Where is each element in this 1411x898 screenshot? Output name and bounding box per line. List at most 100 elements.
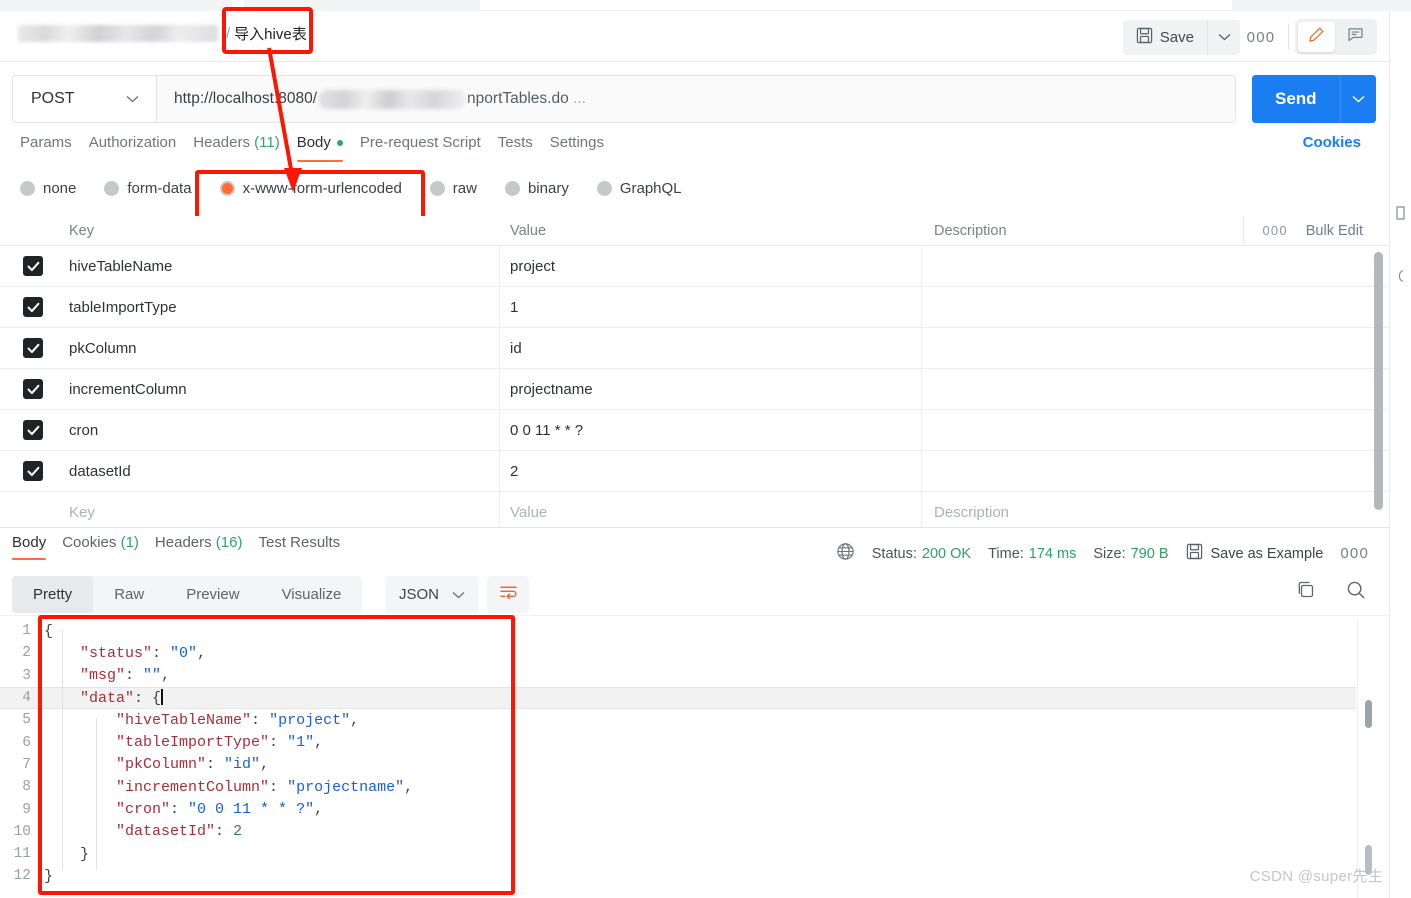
response-format-select[interactable]: JSON <box>385 576 480 613</box>
json-line[interactable]: 10 "datasetId": 2 <box>0 821 1356 843</box>
table-more-button[interactable]: 000 <box>1262 223 1287 238</box>
body-type-none[interactable]: none <box>20 180 76 197</box>
row-value[interactable]: 0 0 11 * * ? <box>500 410 922 450</box>
response-body-json[interactable]: 1{2 "status": "0", 3 "msg": "", 4 "data": … <box>0 620 1356 898</box>
row-checkbox-checked[interactable] <box>23 297 43 317</box>
edit-mode-button[interactable] <box>1298 22 1335 52</box>
tab-tests[interactable]: Tests <box>498 134 550 161</box>
json-line[interactable]: 1{ <box>0 620 1356 642</box>
response-tab-cookies[interactable]: Cookies (1) <box>62 534 155 560</box>
response-tab-body[interactable]: Body <box>12 534 62 560</box>
json-line[interactable]: 7 "pkColumn": "id", <box>0 754 1356 776</box>
url-input[interactable]: http://localhost:8080/nportTables.do ... <box>157 76 1235 122</box>
row-checkbox-checked[interactable] <box>23 256 43 276</box>
wrap-lines-button[interactable] <box>487 576 530 613</box>
row-description[interactable] <box>922 287 1389 327</box>
save-options-dropdown[interactable] <box>1207 19 1240 55</box>
table-row[interactable]: incrementColumn projectname <box>0 369 1389 410</box>
json-scrollbar-thumb-bottom[interactable] <box>1365 845 1372 875</box>
response-tab-headers[interactable]: Headers (16) <box>155 534 259 560</box>
json-line[interactable]: 11 } <box>0 843 1356 865</box>
json-line-number: 10 <box>13 823 31 840</box>
time-label: Time: <box>988 545 1024 562</box>
row-description[interactable] <box>922 369 1389 409</box>
json-line[interactable]: 9 "cron": "0 0 11 * * ?", <box>0 798 1356 820</box>
send-options-dropdown[interactable] <box>1339 75 1376 123</box>
row-checkbox-checked[interactable] <box>23 420 43 440</box>
json-line[interactable]: 5 "hiveTableName": "project", <box>0 709 1356 731</box>
rail-icon-documentation[interactable] <box>1394 206 1407 223</box>
url-prefix: http://localhost:8080/ <box>174 90 318 107</box>
rail-icon-comments[interactable] <box>1394 269 1407 286</box>
table-row[interactable]: hiveTableName project <box>0 246 1389 287</box>
row-description[interactable] <box>922 410 1389 450</box>
tab-chip-3[interactable] <box>1232 0 1411 11</box>
table-row[interactable]: tableImportType 1 <box>0 287 1389 328</box>
view-tab-visualize[interactable]: Visualize <box>261 576 363 613</box>
row-value[interactable]: project <box>500 246 922 286</box>
json-line[interactable]: 8 "incrementColumn": "projectname", <box>0 776 1356 798</box>
table-row[interactable]: pkColumn id <box>0 328 1389 369</box>
json-scrollbar-thumb-top[interactable] <box>1365 700 1372 728</box>
row-key[interactable]: hiveTableName <box>66 246 500 286</box>
body-type-raw[interactable]: raw <box>429 180 477 197</box>
tab-body[interactable]: Body <box>296 134 360 162</box>
row-checkbox-checked[interactable] <box>23 338 43 358</box>
view-tab-raw[interactable]: Raw <box>93 576 165 613</box>
row-value[interactable]: 1 <box>500 287 922 327</box>
json-line[interactable]: 3 "msg": "", <box>0 665 1356 687</box>
tab-settings[interactable]: Settings <box>550 134 621 161</box>
json-line[interactable]: 4 "data": { <box>0 686 1356 710</box>
search-icon[interactable] <box>1345 579 1367 606</box>
table-row[interactable]: cron 0 0 11 * * ? <box>0 410 1389 451</box>
tab-chip-1[interactable] <box>0 0 232 11</box>
globe-icon[interactable] <box>836 542 855 565</box>
floppy-disk-icon <box>1186 543 1203 564</box>
table-row[interactable]: datasetId 2 <box>0 451 1389 492</box>
json-line[interactable]: 12} <box>0 865 1356 887</box>
breadcrumb-collection-blurred[interactable] <box>18 25 218 42</box>
row-checkbox-checked[interactable] <box>23 379 43 399</box>
row-value[interactable]: projectname <box>500 369 922 409</box>
header-more-button[interactable]: 000 <box>1240 20 1282 55</box>
tab-pre-request-script[interactable]: Pre-request Script <box>360 134 498 161</box>
cookies-link[interactable]: Cookies <box>1303 134 1361 151</box>
placeholder-key[interactable]: Key <box>66 492 500 532</box>
table-vertical-scrollbar[interactable] <box>1374 252 1383 510</box>
row-value[interactable]: 2 <box>500 451 922 491</box>
tab-chip-2[interactable] <box>244 0 480 11</box>
body-type-binary[interactable]: binary <box>504 180 569 197</box>
json-line[interactable]: 6 "tableImportType": "1", <box>0 731 1356 753</box>
send-button[interactable]: Send <box>1252 75 1340 123</box>
save-button[interactable]: Save <box>1122 19 1207 55</box>
response-more-button[interactable]: 000 <box>1340 536 1369 571</box>
row-key[interactable]: incrementColumn <box>66 369 500 409</box>
json-line[interactable]: 2 "status": "0", <box>0 642 1356 664</box>
bulk-edit-button[interactable]: Bulk Edit <box>1306 223 1363 239</box>
row-key[interactable]: datasetId <box>66 451 500 491</box>
row-value[interactable]: id <box>500 328 922 368</box>
body-type-form-data[interactable]: form-data <box>104 180 192 197</box>
row-key[interactable]: cron <box>66 410 500 450</box>
row-description[interactable] <box>922 246 1389 286</box>
body-type-graphql[interactable]: GraphQL <box>596 180 682 197</box>
row-key[interactable]: tableImportType <box>66 287 500 327</box>
view-tab-preview[interactable]: Preview <box>165 576 260 613</box>
method-selector[interactable]: POST <box>13 76 157 122</box>
tab-authorization[interactable]: Authorization <box>89 134 194 161</box>
breadcrumb-current[interactable]: 导入hive表 <box>234 23 307 44</box>
row-key[interactable]: pkColumn <box>66 328 500 368</box>
comments-button[interactable] <box>1337 22 1374 52</box>
copy-icon[interactable] <box>1295 579 1317 606</box>
save-as-example-button[interactable]: Save as Example <box>1186 543 1323 564</box>
response-tab-test-results[interactable]: Test Results <box>258 534 356 560</box>
placeholder-description[interactable]: Description <box>922 492 1389 532</box>
placeholder-value[interactable]: Value <box>500 492 922 532</box>
view-tab-pretty[interactable]: Pretty <box>12 576 94 613</box>
body-type-x-www-form-urlencoded[interactable]: x-www-form-urlencoded <box>219 180 402 197</box>
tab-headers[interactable]: Headers (11) <box>193 134 296 161</box>
row-checkbox-checked[interactable] <box>23 461 43 481</box>
row-description[interactable] <box>922 328 1389 368</box>
tab-params[interactable]: Params <box>20 134 89 161</box>
row-description[interactable] <box>922 451 1389 491</box>
